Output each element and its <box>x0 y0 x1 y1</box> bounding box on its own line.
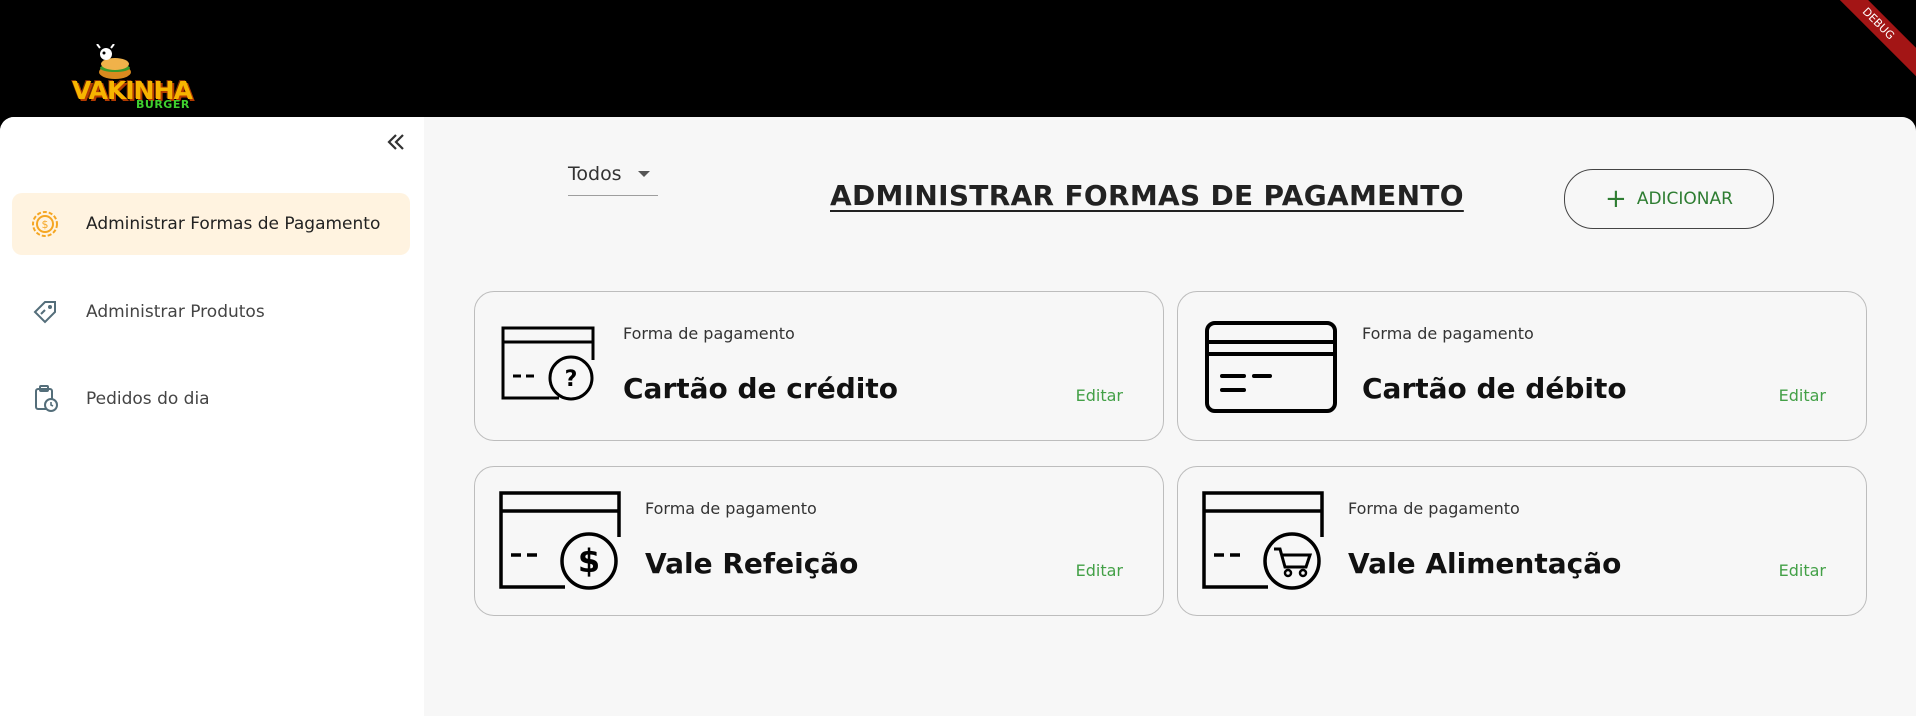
sidebar-item-label: Pedidos do dia <box>86 389 210 409</box>
card-dollar-icon: $ <box>499 491 621 590</box>
price-tag-icon <box>28 295 62 329</box>
edit-link[interactable]: Editar <box>1779 386 1826 405</box>
card-name: Vale Alimentação <box>1348 547 1622 580</box>
add-button-label: ADICIONAR <box>1636 189 1733 209</box>
card-caption: Forma de pagamento <box>1362 324 1534 343</box>
top-app-bar: VAKINHA BURGER DEBUG <box>0 0 1916 117</box>
add-payment-button[interactable]: + ADICIONAR <box>1564 169 1774 229</box>
svg-text:$: $ <box>42 218 49 231</box>
card-name: Cartão de crédito <box>623 372 898 405</box>
card-caption: Forma de pagamento <box>623 324 795 343</box>
edit-link[interactable]: Editar <box>1076 561 1123 580</box>
sidebar-item-label: Administrar Produtos <box>86 302 265 322</box>
payment-card-credito: ? Forma de pagamento Cartão de crédito E… <box>474 291 1164 441</box>
card-caption: Forma de pagamento <box>1348 499 1520 518</box>
coin-gear-icon: $ <box>28 207 62 241</box>
svg-text:$: $ <box>578 542 600 580</box>
card-cart-icon <box>1202 491 1324 590</box>
vakinha-burger-logo: VAKINHA BURGER <box>72 44 198 111</box>
plus-icon: + <box>1605 184 1627 214</box>
credit-card-question-icon: ? <box>501 326 595 401</box>
card-caption: Forma de pagamento <box>645 499 817 518</box>
payment-card-vale-alimentacao: Forma de pagamento Vale Alimentação Edit… <box>1177 466 1867 616</box>
page-title: ADMINISTRAR FORMAS DE PAGAMENTO <box>830 179 1464 212</box>
debit-card-icon <box>1205 321 1337 413</box>
payment-card-debito: Forma de pagamento Cartão de débito Edit… <box>1177 291 1867 441</box>
edit-link[interactable]: Editar <box>1779 561 1826 580</box>
clipboard-clock-icon <box>28 382 62 416</box>
payment-card-vale-refeicao: $ Forma de pagamento Vale Refeição Edita… <box>474 466 1164 616</box>
sidebar-item-pedidos[interactable]: Pedidos do dia <box>12 368 410 430</box>
sidebar-item-formas-pagamento[interactable]: $ Administrar Formas de Pagamento <box>12 193 410 255</box>
chevron-down-icon <box>638 171 650 177</box>
app-body: $ Administrar Formas de Pagamento Admini… <box>0 117 1916 716</box>
filter-selected-value: Todos <box>568 163 622 185</box>
main-content: Todos ADMINISTRAR FORMAS DE PAGAMENTO + … <box>424 117 1916 716</box>
status-filter-dropdown[interactable]: Todos <box>568 159 658 196</box>
sidebar-item-produtos[interactable]: Administrar Produtos <box>12 281 410 343</box>
debug-banner: DEBUG <box>1821 0 1916 81</box>
sidebar-item-label: Administrar Formas de Pagamento <box>86 214 381 234</box>
sidebar: $ Administrar Formas de Pagamento Admini… <box>0 117 424 716</box>
card-name: Cartão de débito <box>1362 372 1627 405</box>
logo-subtext: BURGER <box>136 98 190 111</box>
edit-link[interactable]: Editar <box>1076 386 1123 405</box>
card-name: Vale Refeição <box>645 547 859 580</box>
collapse-sidebar-icon[interactable] <box>383 129 409 155</box>
svg-text:?: ? <box>565 367 578 392</box>
